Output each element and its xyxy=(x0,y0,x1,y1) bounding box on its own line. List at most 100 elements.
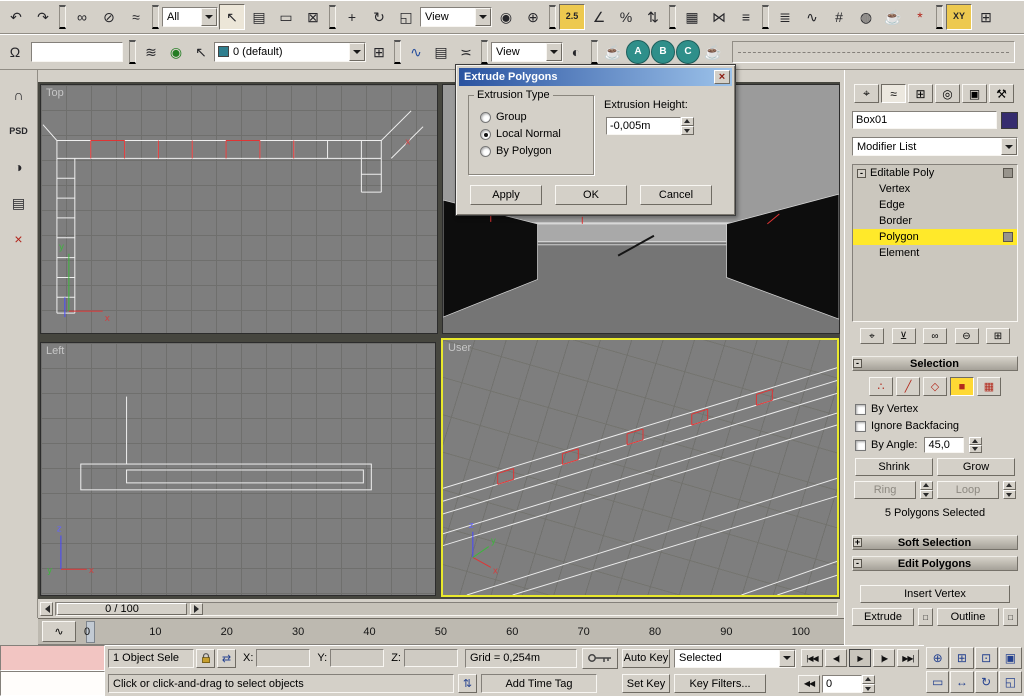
arc-rotate-icon[interactable]: ↻ xyxy=(974,671,998,693)
vertex-mode-icon[interactable]: ∴ xyxy=(869,377,893,396)
stack-item-border[interactable]: Border xyxy=(853,213,1017,229)
object-name-field[interactable] xyxy=(852,111,997,129)
select-object-icon[interactable]: ↖ xyxy=(219,3,245,30)
edit-polygons-rollout-header[interactable]: - Edit Polygons xyxy=(852,556,1018,571)
viewport-left-label[interactable]: Left xyxy=(46,345,64,357)
select-objects-in-layer-icon[interactable]: ↖ xyxy=(189,39,213,64)
dropdown-arrow-icon[interactable] xyxy=(349,42,365,61)
dropdown-arrow-icon[interactable] xyxy=(778,649,795,667)
object-color-swatch[interactable] xyxy=(1001,111,1018,129)
named-selection-set-field[interactable] xyxy=(31,41,123,62)
ok-button[interactable]: OK xyxy=(555,185,627,205)
maximize-viewport-icon[interactable]: ◱ xyxy=(998,671,1022,693)
go-to-start-icon[interactable]: |◀◀ xyxy=(800,649,823,667)
stack-item-polygon[interactable]: Polygon xyxy=(853,229,1017,245)
zoom-extents-all-icon[interactable]: ▣ xyxy=(998,647,1022,669)
open-curve-editor-icon[interactable]: ∿ xyxy=(404,39,428,64)
layer-list-icon[interactable]: ≋ xyxy=(139,39,163,64)
open-dope-sheet-icon[interactable]: ▤ xyxy=(429,39,453,64)
schematic-view-icon[interactable]: # xyxy=(826,3,852,30)
reference-coordinate-dropdown[interactable]: View xyxy=(420,6,492,27)
snap-extra-icon[interactable]: ⊞ xyxy=(973,3,999,30)
material-editor-icon[interactable]: ◍ xyxy=(853,3,879,30)
viewport-user-active[interactable]: User z x y xyxy=(441,338,839,597)
local-normal-radio[interactable] xyxy=(480,128,491,140)
ring-spinner[interactable] xyxy=(920,481,933,499)
apply-button[interactable]: Apply xyxy=(470,185,542,205)
undo-icon[interactable]: ↶ xyxy=(3,3,29,30)
go-to-end-icon[interactable]: ▶▶| xyxy=(896,649,919,667)
use-pivot-center-icon[interactable]: ◉ xyxy=(493,3,519,30)
x-coordinate-field[interactable] xyxy=(256,649,311,667)
curve-editor-icon[interactable]: ∿ xyxy=(799,3,825,30)
group-radio[interactable] xyxy=(480,111,491,123)
extrusion-height-spinner[interactable] xyxy=(681,117,694,135)
select-and-link-icon[interactable]: ∞ xyxy=(69,3,95,30)
by-angle-spinner[interactable] xyxy=(969,437,983,453)
select-and-rotate-icon[interactable]: ↻ xyxy=(366,3,392,30)
headphones-tool-icon[interactable]: ∩ xyxy=(4,82,33,108)
sphere-tool-icon[interactable]: ◑ xyxy=(4,154,33,180)
psd-exporter-icon[interactable]: PSD xyxy=(4,118,33,144)
current-frame-field[interactable] xyxy=(822,674,862,693)
dropdown-arrow-icon[interactable] xyxy=(201,7,217,26)
select-and-scale-icon[interactable]: ◱ xyxy=(393,3,419,30)
display-tab-icon[interactable]: ▣ xyxy=(962,84,987,103)
selection-lock-icon[interactable] xyxy=(196,648,215,668)
dropdown-arrow-icon[interactable] xyxy=(475,7,491,26)
absolute-offset-mode-icon[interactable]: ⇄ xyxy=(217,648,236,668)
modifier-enable-chip[interactable] xyxy=(1003,232,1013,242)
angle-snap-icon[interactable]: ∠ xyxy=(586,3,612,30)
region-zoom-icon[interactable]: ▭ xyxy=(926,671,950,693)
percent-snap-icon[interactable]: % xyxy=(613,3,639,30)
z-coordinate-field[interactable] xyxy=(403,649,458,667)
selection-filter-dropdown[interactable]: All xyxy=(162,6,218,27)
quick-render-icon[interactable]: ☕ xyxy=(701,39,725,64)
render-preset-c-icon[interactable]: C xyxy=(676,39,700,64)
rect-selection-region-icon[interactable]: ▭ xyxy=(273,3,299,30)
display-quality-icon[interactable]: ◐ xyxy=(564,39,588,64)
border-mode-icon[interactable]: ◇ xyxy=(923,377,947,396)
modifier-list-dropdown[interactable]: Modifier List xyxy=(852,137,1018,156)
unlink-selection-icon[interactable]: ⊘ xyxy=(96,3,122,30)
time-slider-step-forward-icon[interactable] xyxy=(190,603,203,615)
show-end-result-icon[interactable]: ⊻ xyxy=(891,328,916,344)
zoom-icon[interactable]: ⊕ xyxy=(926,647,950,669)
hierarchy-tab-icon[interactable]: ⊞ xyxy=(908,84,933,103)
by-angle-input[interactable] xyxy=(924,437,965,453)
by-vertex-checkbox[interactable] xyxy=(855,403,866,415)
motion-tab-icon[interactable]: ◎ xyxy=(935,84,960,103)
spinner-snap-icon[interactable]: ⇅ xyxy=(640,3,666,30)
by-polygon-radio[interactable] xyxy=(480,145,491,157)
listener-script-line[interactable] xyxy=(0,671,105,696)
close-icon[interactable]: × xyxy=(714,70,730,84)
named-selection-sets-icon[interactable]: Ω xyxy=(3,39,27,64)
loop-button[interactable]: Loop xyxy=(937,481,999,499)
edit-named-selections-icon[interactable]: ▦ xyxy=(679,3,705,30)
shrink-button[interactable]: Shrink xyxy=(855,458,933,476)
add-time-tag[interactable]: Add Time Tag xyxy=(481,674,597,693)
viewport-top[interactable]: Top x x y xyxy=(40,84,438,334)
outline-settings-icon[interactable]: □ xyxy=(1003,608,1018,626)
open-mini-curve-editor-icon[interactable]: ∿ xyxy=(42,621,76,642)
modifier-enable-chip[interactable] xyxy=(1003,168,1013,178)
next-frame-icon[interactable]: |▶ xyxy=(872,649,895,667)
maxscript-mini-listener[interactable] xyxy=(0,645,105,696)
pan-view-icon[interactable]: ↔ xyxy=(950,671,974,693)
outline-button[interactable]: Outline xyxy=(937,608,999,626)
snap-toggle-25-icon[interactable]: 2.5 xyxy=(559,3,585,30)
stack-item-editable-poly[interactable]: - Editable Poly xyxy=(853,165,1017,181)
ring-button[interactable]: Ring xyxy=(854,481,916,499)
redo-icon[interactable]: ↷ xyxy=(30,3,56,30)
y-coordinate-field[interactable] xyxy=(330,649,385,667)
render-setup-icon[interactable]: ☕ xyxy=(880,3,906,30)
axis-constraint-xy-icon[interactable]: XY xyxy=(946,3,972,30)
key-mode-toggle-icon[interactable]: ◀◀ xyxy=(798,674,820,693)
by-angle-checkbox[interactable] xyxy=(855,439,866,451)
ignore-backfacing-checkbox[interactable] xyxy=(855,420,866,432)
bind-to-space-warp-icon[interactable]: ≈ xyxy=(123,3,149,30)
viewport-left[interactable]: Left z x y xyxy=(40,342,436,596)
select-by-name-icon[interactable]: ▤ xyxy=(246,3,272,30)
pin-stack-icon[interactable]: ⌖ xyxy=(860,328,884,344)
motion-mixer-icon[interactable]: ≍ xyxy=(454,39,478,64)
